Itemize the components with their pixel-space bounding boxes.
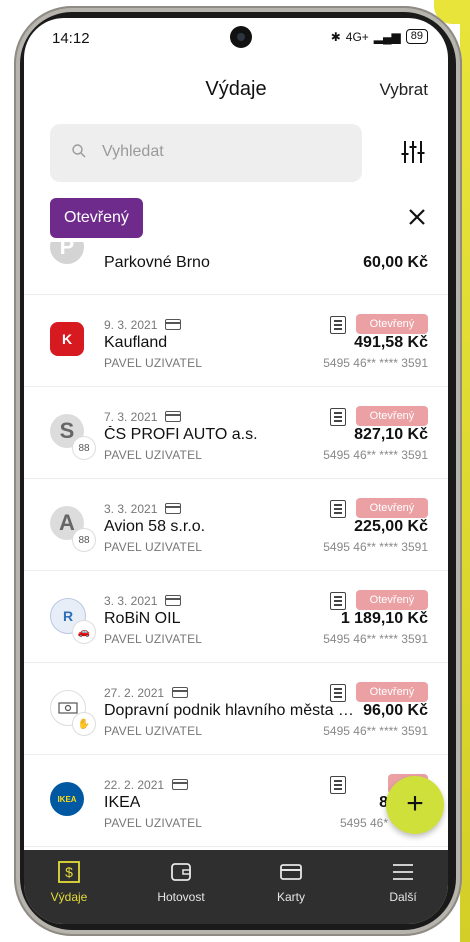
transaction-date: 3. 3. 2021 (104, 594, 182, 608)
wallet-icon (171, 863, 191, 881)
transaction-row[interactable]: S 88 7. 3. 2021 ČS PROFI AUTO a.s. PAVEL… (24, 386, 448, 479)
transaction-date: 9. 3. 2021 (104, 318, 182, 332)
card-holder: PAVEL UZIVATEL (104, 540, 203, 554)
nav-label: Karty (276, 890, 305, 904)
merchant-name: Parkovné Brno (104, 254, 210, 271)
add-expense-button[interactable]: + (386, 776, 444, 834)
nav-item-cards[interactable]: Karty (246, 860, 336, 904)
svg-text:$: $ (65, 864, 73, 880)
transaction-date: 22. 2. 2021 (104, 778, 189, 792)
status-bar: 14:12 ✱ 4G+ ▂▄▆ 89 (24, 18, 448, 54)
card-number: 5495 46** **** 3591 (323, 540, 428, 554)
amount: 827,10 Kč (354, 426, 428, 443)
camera-cutout (230, 26, 252, 48)
filter-sliders-icon[interactable] (400, 138, 426, 166)
transaction-date: 7. 3. 2021 (104, 410, 182, 424)
nav-item-more[interactable]: Další (358, 860, 448, 904)
signal-icon: ▂▄▆ (373, 29, 401, 44)
nav-label: Další (389, 890, 417, 904)
battery-icon: 89 (405, 29, 428, 44)
amount: 1 189,10 Kč (340, 610, 428, 627)
card-icon (165, 595, 182, 606)
bottom-navigation: $ Výdaje Hotovost Karty Další (24, 850, 448, 924)
status-icons: ✱ 4G+ ▂▄▆ 89 (331, 29, 428, 44)
merchant-name: Dopravní podnik hlavního města Pr... (104, 702, 360, 719)
nav-item-cash[interactable]: Hotovost (136, 860, 226, 904)
status-badge: Otevřený (356, 682, 428, 702)
menu-icon (393, 864, 413, 880)
app-screen: 14:12 ✱ 4G+ ▂▄▆ 89 Výdaje Vybrat Vyhleda… (24, 18, 448, 924)
card-number: 5495 46* (339, 816, 388, 830)
hand-icon: ✋ (72, 712, 96, 736)
merchant-logo: P (50, 242, 84, 264)
transaction-row[interactable]: K 9. 3. 2021 Kaufland PAVEL UZIVATEL Ote… (24, 294, 448, 387)
card-icon (280, 864, 302, 880)
category-icon: 88 (72, 528, 96, 552)
dollar-square-icon: $ (58, 861, 80, 883)
merchant-name: RoBiN OIL (104, 610, 181, 627)
amount: 60,00 Kč (363, 254, 428, 271)
network-label: 4G+ (345, 29, 369, 44)
status-badge: Otevřený (356, 590, 428, 610)
merchant-name: Kaufland (104, 334, 168, 351)
select-button[interactable]: Vybrat (379, 80, 428, 100)
car-icon: 🚗 (72, 620, 96, 644)
merchant-name: Avion 58 s.r.o. (104, 518, 206, 535)
transaction-row[interactable]: A 88 3. 3. 2021 Avion 58 s.r.o. PAVEL UZ… (24, 478, 448, 571)
card-holder: PAVEL UZIVATEL (104, 724, 203, 738)
card-holder: PAVEL UZIVATEL (104, 448, 203, 462)
nav-label: Výdaje (50, 890, 88, 904)
card-holder: PAVEL UZIVATEL (104, 356, 203, 370)
status-badge: Otevřený (356, 314, 428, 334)
amount: 225,00 Kč (354, 518, 428, 535)
search-input[interactable]: Vyhledat (50, 124, 362, 182)
transaction-row[interactable]: P Parkovné Brno 60,00 Kč (24, 242, 448, 295)
amount: 491,58 Kč (354, 334, 428, 351)
close-icon[interactable] (406, 206, 428, 228)
receipt-icon[interactable] (330, 500, 346, 518)
merchant-name: IKEA (104, 794, 141, 811)
transaction-list: P Parkovné Brno 60,00 Kč K 9. 3. 2021 Ka… (24, 242, 448, 854)
card-number: 5495 46** **** 3591 (323, 632, 428, 646)
amount: 96,00 Kč (363, 702, 428, 719)
receipt-icon[interactable] (330, 776, 346, 794)
bluetooth-icon: ✱ (330, 29, 341, 44)
merchant-name: ČS PROFI AUTO a.s. (104, 426, 258, 443)
receipt-icon[interactable] (330, 592, 346, 610)
card-icon (165, 503, 182, 514)
card-number: 5495 46** **** 3591 (323, 448, 428, 462)
receipt-icon[interactable] (330, 684, 346, 702)
merchant-logo: IKEA (50, 782, 84, 816)
status-badge: Otevřený (356, 406, 428, 426)
transaction-date: 3. 3. 2021 (104, 502, 182, 516)
filter-chip-open[interactable]: Otevřený (50, 198, 143, 238)
nav-item-expenses[interactable]: $ Výdaje (24, 860, 114, 904)
transaction-date: 27. 2. 2021 (104, 686, 189, 700)
search-placeholder: Vyhledat (102, 143, 164, 160)
card-number: 5495 46** **** 3591 (323, 724, 428, 738)
card-holder: PAVEL UZIVATEL (104, 816, 203, 830)
card-icon (172, 779, 189, 790)
transaction-row[interactable]: ✋ 27. 2. 2021 Dopravní podnik hlavního m… (24, 662, 448, 755)
card-holder: PAVEL UZIVATEL (104, 632, 203, 646)
card-number: 5495 46** **** 3591 (323, 356, 428, 370)
search-icon (72, 144, 86, 158)
transaction-row[interactable]: IKEA 22. 2. 2021 IKEA PAVEL UZIVATEL Ot … (24, 754, 448, 847)
nav-label: Hotovost (157, 890, 205, 904)
transaction-row[interactable]: R 🚗 3. 3. 2021 RoBiN OIL PAVEL UZIVATEL … (24, 570, 448, 663)
receipt-icon[interactable] (330, 408, 346, 426)
card-icon (165, 319, 182, 330)
status-badge: Otevřený (356, 498, 428, 518)
merchant-logo: K (50, 322, 84, 356)
card-icon (172, 687, 189, 698)
status-time: 14:12 (52, 30, 90, 47)
receipt-icon[interactable] (330, 316, 346, 334)
category-icon: 88 (72, 436, 96, 460)
card-icon (165, 411, 182, 422)
